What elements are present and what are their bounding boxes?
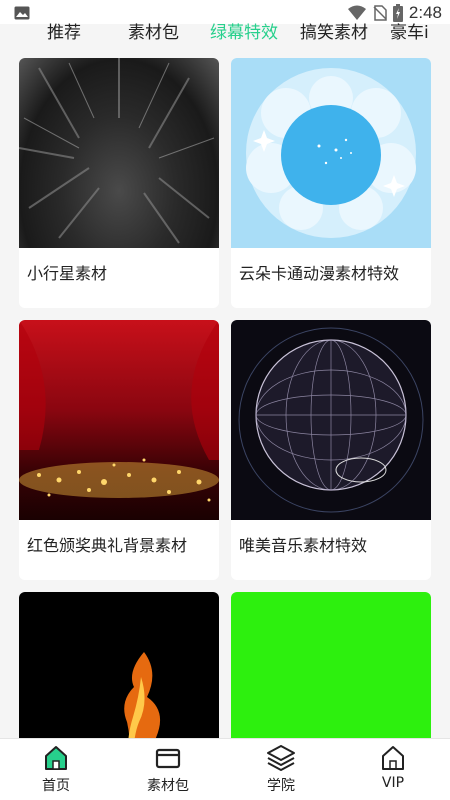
cloud-cartoon-thumbnail: [231, 58, 431, 248]
category-tabs: 推荐 素材包 绿幕特效 搞笑素材 豪车i: [0, 0, 450, 58]
card-title: 唯美音乐素材特效: [239, 536, 368, 555]
home-outline-icon: [382, 746, 404, 770]
card-red-ceremony[interactable]: 红色颁奖典礼背景素材: [19, 320, 219, 580]
card-asteroid[interactable]: 小行星素材: [19, 58, 219, 308]
asteroid-thumbnail: [19, 58, 219, 248]
card-icon: [155, 748, 181, 769]
tab-funny[interactable]: 搞笑素材: [300, 18, 368, 43]
material-feed[interactable]: 小行星素材 云朵卡通动漫素材特效 红色颁奖典礼背景素材 唯美音乐素材特效: [0, 58, 450, 738]
nav-label: 学院: [267, 778, 295, 794]
nav-label: VIP: [381, 775, 405, 791]
card-title: 云朵卡通动漫素材特效: [239, 264, 400, 283]
fire-thumbnail: [19, 592, 219, 738]
nav-academy[interactable]: 学院: [241, 743, 321, 795]
layers-icon: [267, 745, 295, 771]
card-music[interactable]: 唯美音乐素材特效: [231, 320, 431, 580]
home-icon: [45, 746, 67, 770]
tab-luxury-car[interactable]: 豪车i: [390, 18, 429, 43]
tab-recommend[interactable]: 推荐: [47, 18, 81, 43]
card-green-screen[interactable]: [231, 592, 431, 738]
music-sphere-thumbnail: [231, 320, 431, 520]
tab-green-screen[interactable]: 绿幕特效: [210, 18, 278, 43]
card-fire[interactable]: [19, 592, 219, 738]
red-ceremony-thumbnail: [19, 320, 219, 520]
bottom-navigation: 首页 素材包 学院 VIP: [0, 738, 450, 800]
card-title: 小行星素材: [27, 264, 108, 283]
tab-material-pack[interactable]: 素材包: [128, 18, 179, 43]
nav-label: 首页: [42, 778, 70, 794]
nav-vip[interactable]: VIP: [353, 743, 433, 791]
green-screen-thumbnail: [231, 592, 431, 738]
card-title: 红色颁奖典礼背景素材: [27, 536, 188, 555]
card-cloud-cartoon[interactable]: 云朵卡通动漫素材特效: [231, 58, 431, 308]
nav-material-pack[interactable]: 素材包: [128, 743, 208, 795]
nav-label: 素材包: [147, 778, 189, 794]
nav-home[interactable]: 首页: [16, 743, 96, 795]
